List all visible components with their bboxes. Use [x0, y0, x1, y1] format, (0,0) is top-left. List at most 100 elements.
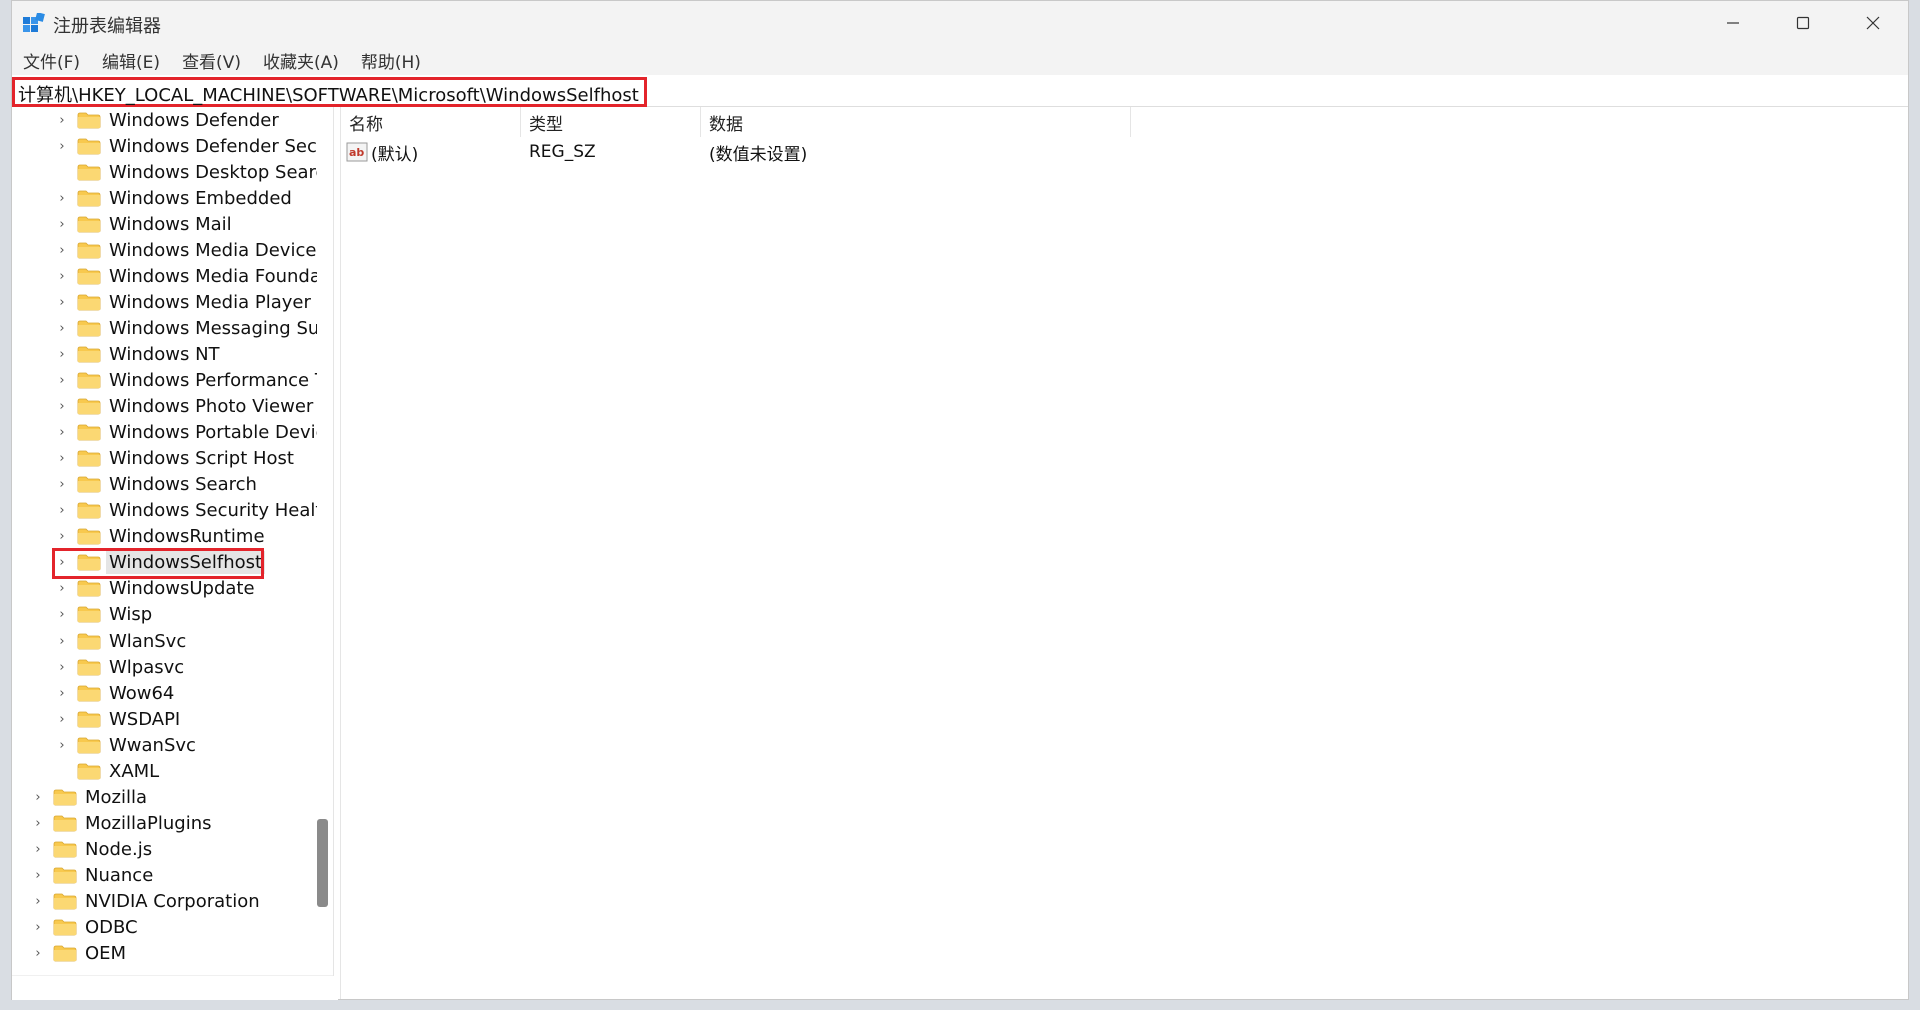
tree-item[interactable]: › Windows Script Host [55, 446, 297, 472]
folder-icon [77, 607, 101, 623]
menu-view[interactable]: 查看(V) [182, 48, 241, 73]
column-header-type[interactable]: 类型 [521, 107, 701, 137]
folder-icon [77, 528, 101, 545]
folder-icon [77, 737, 101, 754]
tree-item[interactable]: › NVIDIA Corporation [31, 889, 263, 915]
tree-item-label: Windows Media Player N [109, 291, 331, 313]
tree-item[interactable]: › Windows Search [55, 472, 260, 498]
chevron-right-icon[interactable]: › [55, 321, 69, 336]
chevron-right-icon[interactable]: › [55, 581, 69, 596]
close-button[interactable] [1838, 1, 1908, 45]
tree-item[interactable]: › Nuance [31, 862, 156, 888]
tree-item[interactable]: › Windows Messaging Sub [55, 315, 333, 341]
chevron-right-icon[interactable]: › [55, 529, 69, 544]
tree-item[interactable]: › Windows Security Healtl [55, 498, 330, 524]
tree-item[interactable]: › Wlpasvc [55, 654, 187, 680]
tree-item[interactable]: › OEM [31, 941, 129, 967]
chevron-right-icon[interactable]: › [55, 139, 69, 154]
column-header-name[interactable]: 名称 [341, 107, 521, 137]
chevron-right-icon[interactable]: › [55, 607, 69, 622]
tree-item[interactable]: Windows Desktop Searcl [55, 159, 333, 185]
chevron-right-icon[interactable]: › [55, 373, 69, 388]
chevron-right-icon[interactable]: › [31, 842, 45, 857]
tree-item[interactable]: › Wisp [55, 602, 155, 628]
tree-item[interactable]: › Windows Defender [55, 107, 282, 133]
value-row-name[interactable]: ab (默认) [346, 139, 521, 165]
value-name-text: (默认) [371, 144, 419, 165]
menu-edit[interactable]: 编辑(E) [102, 48, 160, 73]
tree-item[interactable]: › WwanSvc [55, 732, 199, 758]
address-path[interactable]: 计算机\HKEY_LOCAL_MACHINE\SOFTWARE\Microsof… [12, 77, 647, 107]
tree-item[interactable]: › WlanSvc [55, 628, 189, 654]
tree-item[interactable]: › Windows Media Player N [55, 289, 333, 315]
folder-icon [77, 190, 101, 207]
vertical-scroll-thumb[interactable] [317, 819, 328, 907]
chevron-right-icon[interactable]: › [55, 712, 69, 727]
chevron-right-icon[interactable]: › [31, 920, 45, 935]
title-bar[interactable]: 注册表编辑器 [12, 1, 1908, 45]
tree-item[interactable]: › Mozilla [31, 784, 150, 810]
chevron-right-icon[interactable]: › [31, 790, 45, 805]
tree-item-label: Node.js [85, 838, 153, 860]
chevron-right-icon[interactable]: › [55, 425, 69, 440]
menu-favorites[interactable]: 收藏夹(A) [263, 48, 339, 73]
chevron-right-icon[interactable]: › [55, 269, 69, 284]
chevron-right-icon[interactable]: › [55, 477, 69, 492]
tree-item[interactable]: › Windows Embedded [55, 185, 295, 211]
minimize-button[interactable] [1698, 1, 1768, 45]
tree-item[interactable]: › Windows Photo Viewer [55, 394, 316, 420]
chevron-right-icon[interactable]: › [55, 243, 69, 258]
chevron-right-icon[interactable]: › [31, 946, 45, 961]
chevron-right-icon[interactable]: › [55, 113, 69, 128]
tree-item-label: Windows Defender [109, 109, 279, 131]
menu-file[interactable]: 文件(F) [23, 48, 80, 73]
tree-item[interactable]: › Windows Media Device I [55, 237, 330, 263]
chevron-right-icon[interactable]: › [55, 660, 69, 675]
chevron-right-icon[interactable]: › [55, 686, 69, 701]
folder-icon [77, 711, 101, 728]
tree-item[interactable]: › Windows Defender Secu [55, 133, 331, 159]
chevron-right-icon[interactable]: › [55, 217, 69, 232]
chevron-right-icon[interactable]: › [55, 295, 69, 310]
tree-item[interactable]: › WindowsRuntime [55, 524, 268, 550]
folder-icon [77, 320, 101, 337]
tree-item[interactable]: XAML [55, 758, 162, 784]
folder-icon [77, 450, 101, 467]
chevron-right-icon[interactable]: › [31, 868, 45, 883]
tree-item[interactable]: › Wow64 [55, 680, 177, 706]
chevron-right-icon[interactable]: › [55, 634, 69, 649]
address-bar[interactable]: 计算机\HKEY_LOCAL_MACHINE\SOFTWARE\Microsof… [12, 75, 1908, 107]
folder-icon [53, 893, 77, 910]
key-tree[interactable]: › Windows Defender › Windows Defender Secu W… [12, 107, 334, 976]
tree-item[interactable]: › WSDAPI [55, 706, 183, 732]
chevron-right-icon[interactable]: › [55, 399, 69, 414]
tree-item[interactable]: › Windows NT [55, 341, 223, 367]
tree-item[interactable]: › Node.js [31, 836, 155, 862]
tree-item[interactable]: › ODBC [31, 915, 141, 941]
chevron-right-icon[interactable]: › [55, 191, 69, 206]
tree-item-label: WwanSvc [109, 734, 196, 756]
tree-item-label: Windows Messaging Sub [109, 317, 331, 339]
column-header-data[interactable]: 数据 [701, 107, 1131, 137]
chevron-right-icon[interactable]: › [55, 451, 69, 466]
maximize-button[interactable] [1768, 1, 1838, 45]
chevron-right-icon[interactable]: › [55, 503, 69, 518]
tree-item[interactable]: › Windows Media Founda [55, 263, 324, 289]
menu-help[interactable]: 帮助(H) [361, 48, 421, 73]
svg-text:ab: ab [349, 146, 364, 159]
values-list[interactable]: 名称 类型 数据 ab (默认) REG_SZ (数值未设置) [340, 107, 1908, 999]
tree-item-label: Wlpasvc [109, 656, 185, 678]
chevron-right-icon[interactable]: › [55, 738, 69, 753]
tree-item[interactable]: › Windows Portable Devic [55, 420, 329, 446]
folder-icon [77, 424, 101, 441]
folder-icon [53, 867, 77, 884]
tree-item[interactable]: › WindowsUpdate [55, 576, 258, 602]
tree-item[interactable]: › Windows Performance T [55, 368, 329, 394]
tree-item[interactable]: › Windows Mail [55, 211, 235, 237]
chevron-right-icon[interactable]: › [31, 816, 45, 831]
tree-item-label: Windows Media Device I [109, 239, 328, 261]
chevron-right-icon[interactable]: › [31, 894, 45, 909]
tree-item[interactable]: › MozillaPlugins [31, 810, 215, 836]
chevron-right-icon[interactable]: › [55, 347, 69, 362]
folder-icon [77, 763, 101, 780]
